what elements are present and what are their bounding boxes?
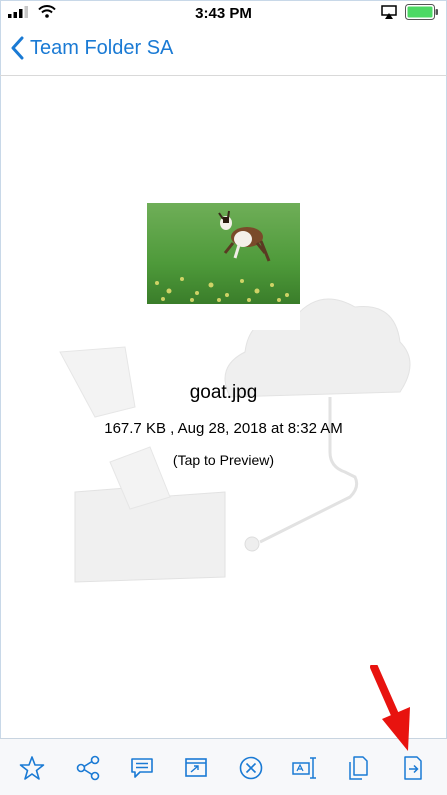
file-thumbnail[interactable] bbox=[147, 203, 300, 330]
copy-icon bbox=[349, 756, 368, 780]
tap-to-preview-link[interactable]: (Tap to Preview) bbox=[0, 452, 447, 468]
battery-icon bbox=[405, 4, 438, 20]
copy-button[interactable] bbox=[344, 753, 374, 783]
airplay-icon bbox=[381, 5, 397, 19]
status-bar: 3:43 PM bbox=[0, 0, 447, 26]
back-label: Team Folder SA bbox=[30, 36, 174, 59]
delete-button[interactable] bbox=[236, 753, 266, 783]
open-in-icon bbox=[185, 758, 207, 777]
comment-icon bbox=[131, 758, 153, 778]
rename-icon bbox=[292, 757, 316, 779]
star-icon bbox=[19, 756, 45, 780]
open-in-button[interactable] bbox=[181, 753, 211, 783]
status-time: 3:43 PM bbox=[195, 5, 252, 22]
navigation-bar: Team Folder SA bbox=[0, 26, 447, 76]
annotation-arrow bbox=[370, 665, 410, 751]
status-right bbox=[381, 4, 439, 20]
goat-photo bbox=[147, 203, 300, 304]
background-illustration bbox=[59, 298, 411, 583]
chevron-left-icon bbox=[11, 36, 24, 60]
rename-button[interactable] bbox=[290, 753, 320, 783]
file-name: goat.jpg bbox=[189, 382, 258, 403]
move-icon bbox=[404, 756, 422, 780]
move-button[interactable] bbox=[398, 753, 428, 783]
back-button[interactable]: Team Folder SA bbox=[10, 36, 173, 60]
favorite-button[interactable] bbox=[17, 753, 47, 783]
share-button[interactable] bbox=[73, 753, 103, 783]
share-icon bbox=[76, 755, 100, 781]
comment-button[interactable] bbox=[127, 753, 157, 783]
delete-icon bbox=[239, 756, 263, 780]
file-meta: 167.7 KB , Aug 28, 2018 at 8:32 AM bbox=[104, 420, 343, 437]
